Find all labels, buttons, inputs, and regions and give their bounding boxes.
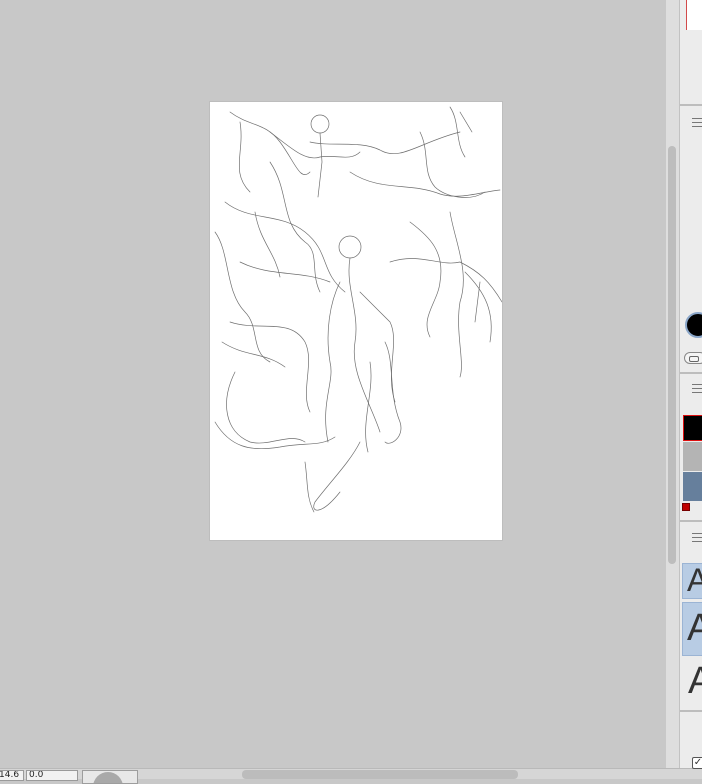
vertical-scrollbar[interactable]	[666, 0, 679, 768]
status-bar: 14.6 0.0	[0, 768, 702, 784]
panel-divider	[680, 104, 702, 106]
color-swatch-gray[interactable]	[683, 442, 702, 471]
panel-divider	[680, 520, 702, 522]
navigator-preview[interactable]	[686, 0, 702, 30]
navigation-dial[interactable]	[82, 770, 138, 784]
navigation-dial-knob[interactable]	[93, 772, 123, 783]
color-swatch-red[interactable]	[682, 503, 690, 511]
canvas-workspace[interactable]	[0, 0, 666, 768]
vertical-scroll-thumb[interactable]	[668, 146, 676, 564]
panel-divider	[680, 710, 702, 712]
panel-menu-icon[interactable]	[692, 118, 702, 127]
right-dock-panel: A A A ✓	[679, 0, 702, 769]
panel-menu-icon[interactable]	[692, 533, 702, 542]
font-sample-item[interactable]: A	[682, 656, 702, 708]
main-color-swatch[interactable]	[685, 312, 702, 338]
font-sample-item[interactable]: A	[682, 563, 702, 599]
color-link-icon[interactable]	[684, 352, 702, 364]
color-swatch-slate[interactable]	[683, 472, 702, 501]
sketch-drawing	[214, 106, 502, 513]
checkbox-icon[interactable]: ✓	[692, 757, 702, 769]
color-swatch-black[interactable]	[683, 415, 702, 441]
artboard[interactable]	[210, 102, 502, 540]
zoom-readout[interactable]: 14.6	[0, 770, 24, 781]
panel-menu-icon[interactable]	[692, 384, 702, 393]
panel-divider	[680, 372, 702, 374]
rotation-readout[interactable]: 0.0	[26, 770, 78, 781]
font-sample-item[interactable]: A	[682, 602, 702, 656]
